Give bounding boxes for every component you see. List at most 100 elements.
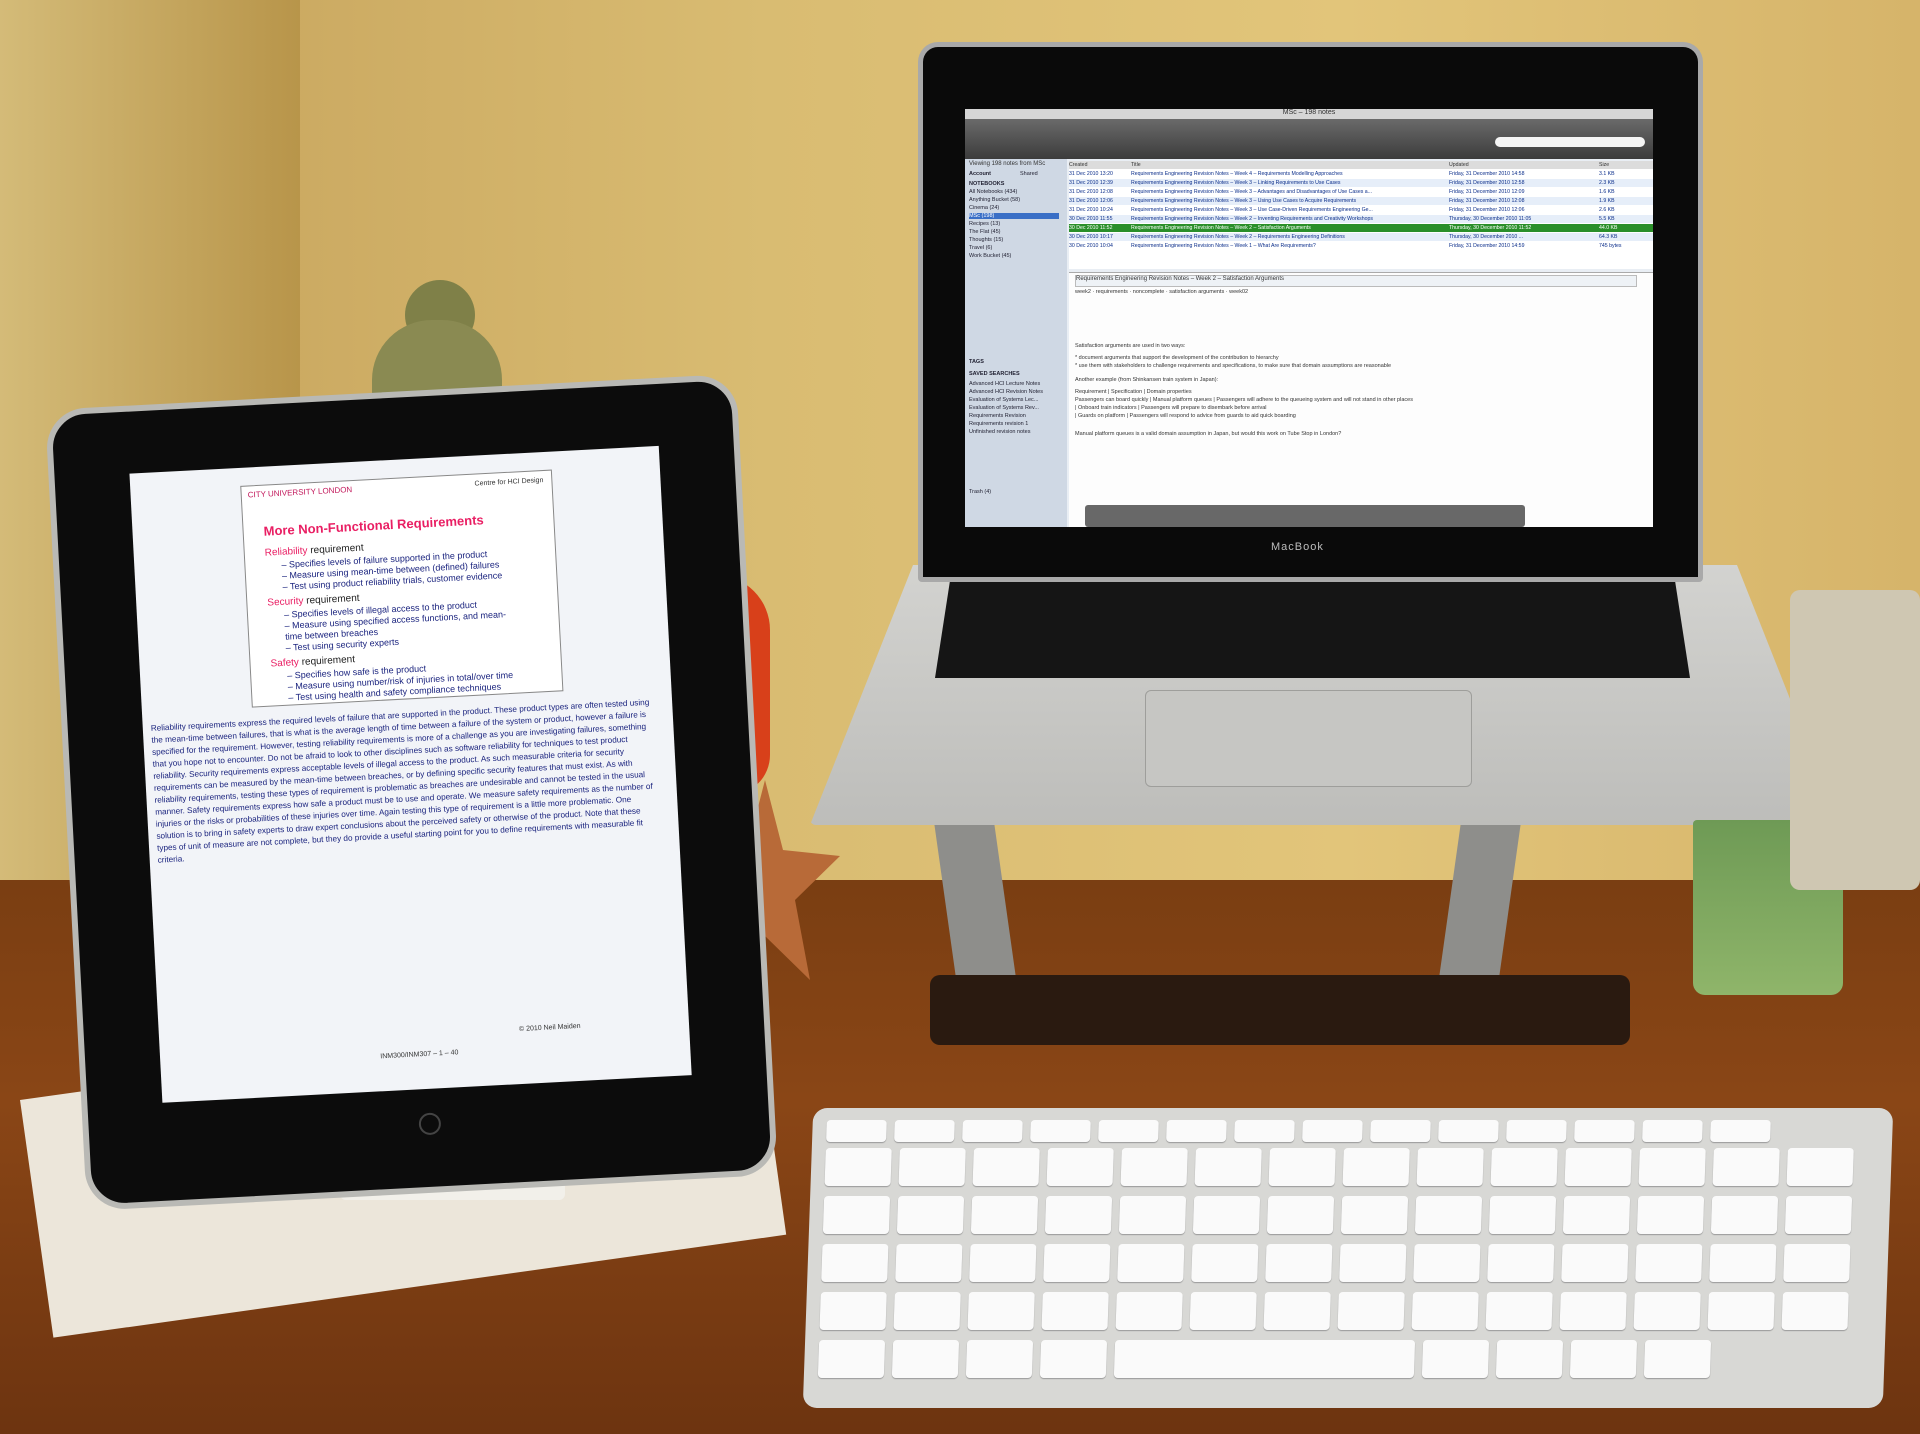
saved-search[interactable]: Evaluation of Systems Rev...: [969, 405, 1039, 411]
keyboard-key[interactable]: [1783, 1244, 1851, 1282]
note-row[interactable]: 31 Dec 2010 10:24 Requirements Engineerin…: [1069, 206, 1653, 214]
keyboard-key[interactable]: [1192, 1196, 1261, 1234]
note-row[interactable]: 31 Dec 2010 12:08 Requirements Engineerin…: [1069, 188, 1653, 196]
note-row[interactable]: 30 Dec 2010 10:17 Requirements Engineerin…: [1069, 233, 1653, 241]
sidebar-item-notebook[interactable]: Travel (6): [969, 245, 992, 251]
keyboard-key[interactable]: [1707, 1292, 1775, 1330]
keyboard-key[interactable]: [1191, 1244, 1259, 1282]
keyboard-key[interactable]: [1421, 1340, 1490, 1378]
keyboard-key[interactable]: [1786, 1148, 1854, 1186]
tab-account[interactable]: Account: [969, 171, 991, 177]
keyboard-key[interactable]: [826, 1120, 887, 1142]
keyboard-key[interactable]: [1030, 1120, 1091, 1142]
keyboard-key[interactable]: [893, 1292, 961, 1330]
keyboard-key[interactable]: [1302, 1120, 1363, 1142]
keyboard-key[interactable]: [1041, 1292, 1109, 1330]
keyboard-key[interactable]: [1559, 1292, 1627, 1330]
keyboard-key[interactable]: [1710, 1196, 1779, 1234]
keyboard-key[interactable]: [962, 1120, 1023, 1142]
keyboard-key[interactable]: [898, 1148, 966, 1186]
keyboard-key[interactable]: [819, 1292, 887, 1330]
keyboard-key[interactable]: [967, 1292, 1035, 1330]
saved-search[interactable]: Advanced HCI Revision Notes: [969, 389, 1043, 395]
sidebar-item-notebook[interactable]: Anything Bucket (58): [969, 197, 1020, 203]
keyboard-key[interactable]: [1265, 1244, 1333, 1282]
keyboard-key[interactable]: [965, 1340, 1034, 1378]
keyboard-key[interactable]: [1490, 1148, 1558, 1186]
keyboard-key[interactable]: [1370, 1120, 1431, 1142]
keyboard-key[interactable]: [821, 1244, 889, 1282]
keyboard-key[interactable]: [891, 1340, 960, 1378]
sidebar-item-notebook[interactable]: Thoughts (15): [969, 237, 1003, 243]
keyboard-key[interactable]: [1781, 1292, 1849, 1330]
keyboard-key[interactable]: [1268, 1148, 1336, 1186]
keyboard-key[interactable]: [1342, 1148, 1410, 1186]
keyboard-key[interactable]: [1643, 1340, 1712, 1378]
keyboard-key[interactable]: [822, 1196, 891, 1234]
keyboard-key[interactable]: [1234, 1120, 1295, 1142]
dock[interactable]: [1085, 505, 1525, 527]
keyboard-key[interactable]: [1263, 1292, 1331, 1330]
keyboard-key[interactable]: [895, 1244, 963, 1282]
saved-search[interactable]: Evaluation of Systems Lec...: [969, 397, 1038, 403]
keyboard-key[interactable]: [1712, 1148, 1780, 1186]
keyboard-key[interactable]: [1495, 1340, 1564, 1378]
keyboard-key[interactable]: [817, 1340, 886, 1378]
keyboard-key[interactable]: [1117, 1244, 1185, 1282]
note-row[interactable]: 31 Dec 2010 13:20 Requirements Engineerin…: [1069, 170, 1653, 178]
keyboard-key[interactable]: [1561, 1244, 1629, 1282]
note-row[interactable]: 31 Dec 2010 12:06 Requirements Engineerin…: [1069, 197, 1653, 205]
keyboard-key[interactable]: [1194, 1148, 1262, 1186]
keyboard-key[interactable]: [1569, 1340, 1638, 1378]
keyboard-key[interactable]: [1411, 1292, 1479, 1330]
keyboard-key[interactable]: [1710, 1120, 1771, 1142]
keyboard-key[interactable]: [1488, 1196, 1557, 1234]
keyboard-key[interactable]: [1633, 1292, 1701, 1330]
keyboard-key[interactable]: [1506, 1120, 1567, 1142]
macbook-keyboard[interactable]: [935, 580, 1690, 678]
sidebar-item-notebook[interactable]: Cinema (24): [969, 205, 999, 211]
saved-search[interactable]: Advanced HCI Lecture Notes: [969, 381, 1040, 387]
keyboard-key[interactable]: [1413, 1244, 1481, 1282]
keyboard-key[interactable]: [1115, 1292, 1183, 1330]
note-row[interactable]: 30 Dec 2010 11:52 Requirements Engineerin…: [1069, 224, 1653, 232]
keyboard-key[interactable]: [1642, 1120, 1703, 1142]
keyboard-key[interactable]: [1709, 1244, 1777, 1282]
saved-search[interactable]: Unfinished revision notes: [969, 429, 1030, 435]
sidebar-item-notebook[interactable]: The Flat (45): [969, 229, 1000, 235]
keyboard-key[interactable]: [1044, 1196, 1113, 1234]
keyboard-key[interactable]: [1340, 1196, 1409, 1234]
keyboard-key[interactable]: [1337, 1292, 1405, 1330]
keyboard-key[interactable]: [1562, 1196, 1631, 1234]
keyboard-key[interactable]: [1574, 1120, 1635, 1142]
note-title-field[interactable]: Requirements Engineering Revision Notes …: [1075, 275, 1637, 287]
keyboard-key[interactable]: [1487, 1244, 1555, 1282]
saved-search[interactable]: Requirements revision 1: [969, 421, 1028, 427]
search-input[interactable]: [1495, 137, 1645, 147]
macbook-trackpad[interactable]: [1145, 690, 1472, 787]
tab-shared[interactable]: Shared: [1020, 171, 1038, 177]
keyboard-key[interactable]: [1438, 1120, 1499, 1142]
keyboard-key[interactable]: [1043, 1244, 1111, 1282]
keyboard-key[interactable]: [1118, 1196, 1187, 1234]
keyboard-key[interactable]: [1113, 1340, 1416, 1378]
keyboard-key[interactable]: [1784, 1196, 1853, 1234]
sidebar-item-notebook[interactable]: All Notebooks (434): [969, 189, 1017, 195]
sidebar-item-notebook-selected[interactable]: MSc (198): [969, 213, 1059, 219]
keyboard-key[interactable]: [1339, 1244, 1407, 1282]
note-tags[interactable]: week2 · requirements · noncomplete · sat…: [1075, 289, 1248, 295]
keyboard-key[interactable]: [896, 1196, 965, 1234]
sidebar-item-notebook[interactable]: Recipes (13): [969, 221, 1000, 227]
keyboard-key[interactable]: [1189, 1292, 1257, 1330]
trash-item[interactable]: Trash (4): [969, 489, 991, 495]
note-row[interactable]: 30 Dec 2010 10:04 Requirements Engineerin…: [1069, 242, 1653, 250]
sidebar-item-notebook[interactable]: Work Bucket (45): [969, 253, 1011, 259]
keyboard-key[interactable]: [1098, 1120, 1159, 1142]
keyboard-key[interactable]: [1485, 1292, 1553, 1330]
note-row[interactable]: 30 Dec 2010 11:55 Requirements Engineerin…: [1069, 215, 1653, 223]
keyboard-key[interactable]: [1638, 1148, 1706, 1186]
keyboard-key[interactable]: [1416, 1148, 1484, 1186]
home-button[interactable]: [418, 1112, 442, 1136]
keyboard-key[interactable]: [1046, 1148, 1114, 1186]
keyboard-key[interactable]: [1166, 1120, 1227, 1142]
